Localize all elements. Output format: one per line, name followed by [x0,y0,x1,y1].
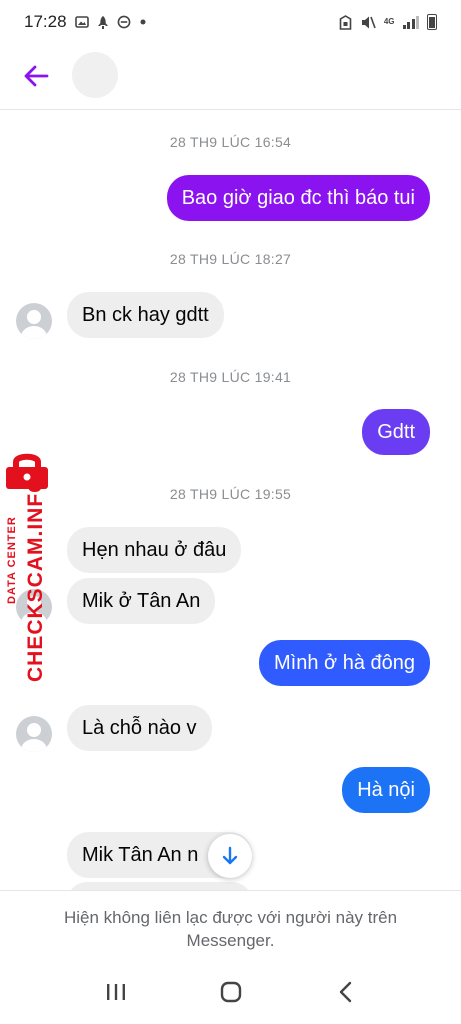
timestamp: 28 TH9 LÚC 16:54 [169,134,292,150]
status-time: 17:28 [24,12,67,31]
sender-avatar[interactable] [16,303,52,339]
status-bar: 17:28 4G [0,0,461,44]
incoming-message[interactable]: Bn ck hay gdtt [67,292,224,338]
outgoing-message[interactable]: Mình ở hà đông [259,640,430,686]
arrow-left-icon [24,65,49,87]
incoming-message[interactable]: Mik ở Tân An [67,578,216,624]
system-nav-bar [0,960,461,1024]
scroll-down-button[interactable] [208,834,252,878]
home-icon [220,981,241,1003]
incoming-message[interactable]: Là chỗ nào v [67,705,212,751]
contact-avatar[interactable] [72,52,118,98]
network-type: 4G [383,17,395,26]
watermark-brand: CHECKSCAM.INFO [24,475,47,683]
timestamp: 28 TH9 LÚC 19:41 [169,369,292,385]
watermark-text: DATA CENTER CHECKSCAM.INFO [2,452,52,683]
back-button[interactable] [18,60,54,92]
arrow-down-icon [222,846,238,865]
battery-icon [427,14,437,30]
back-chevron-icon [339,981,351,1003]
unavailable-notice: Hiện không liên lạc được với người này t… [0,890,461,960]
outgoing-message[interactable]: Bao giờ giao đc thì báo tui [166,175,430,221]
message-list[interactable]: 28 TH9 LÚC 16:54 Bao giờ giao đc thì báo… [0,110,461,890]
status-right: 4G [339,14,437,30]
timestamp: 28 TH9 LÚC 18:27 [169,251,292,267]
timestamp: 28 TH9 LÚC 19:55 [169,486,292,502]
recents-icon [106,984,125,1000]
incoming-message-partial[interactable] [67,882,252,890]
image-icon [74,16,89,28]
recents-button[interactable] [86,972,146,1012]
unavailable-notice-text: Hiện không liên lạc được với người này t… [63,908,398,950]
incoming-message[interactable]: Hẹn nhau ở đâu [67,527,242,573]
do-not-disturb-icon [117,15,130,29]
outgoing-message[interactable]: Hà nội [342,767,430,813]
alarm-lock-icon [339,14,352,30]
dot-icon [140,19,146,25]
home-button[interactable] [201,972,261,1012]
back-nav-button[interactable] [316,972,376,1012]
rocket-icon [97,15,108,29]
outgoing-message[interactable]: Gdtt [362,409,430,455]
watermark-subtitle: DATA CENTER [6,516,18,604]
mute-icon [361,16,376,28]
checkscam-watermark: DATA CENTER CHECKSCAM.INFO [2,452,52,682]
sender-avatar[interactable] [16,716,52,752]
chat-header [0,44,461,110]
signal-icon [402,15,419,29]
status-left: 17:28 [24,12,147,32]
